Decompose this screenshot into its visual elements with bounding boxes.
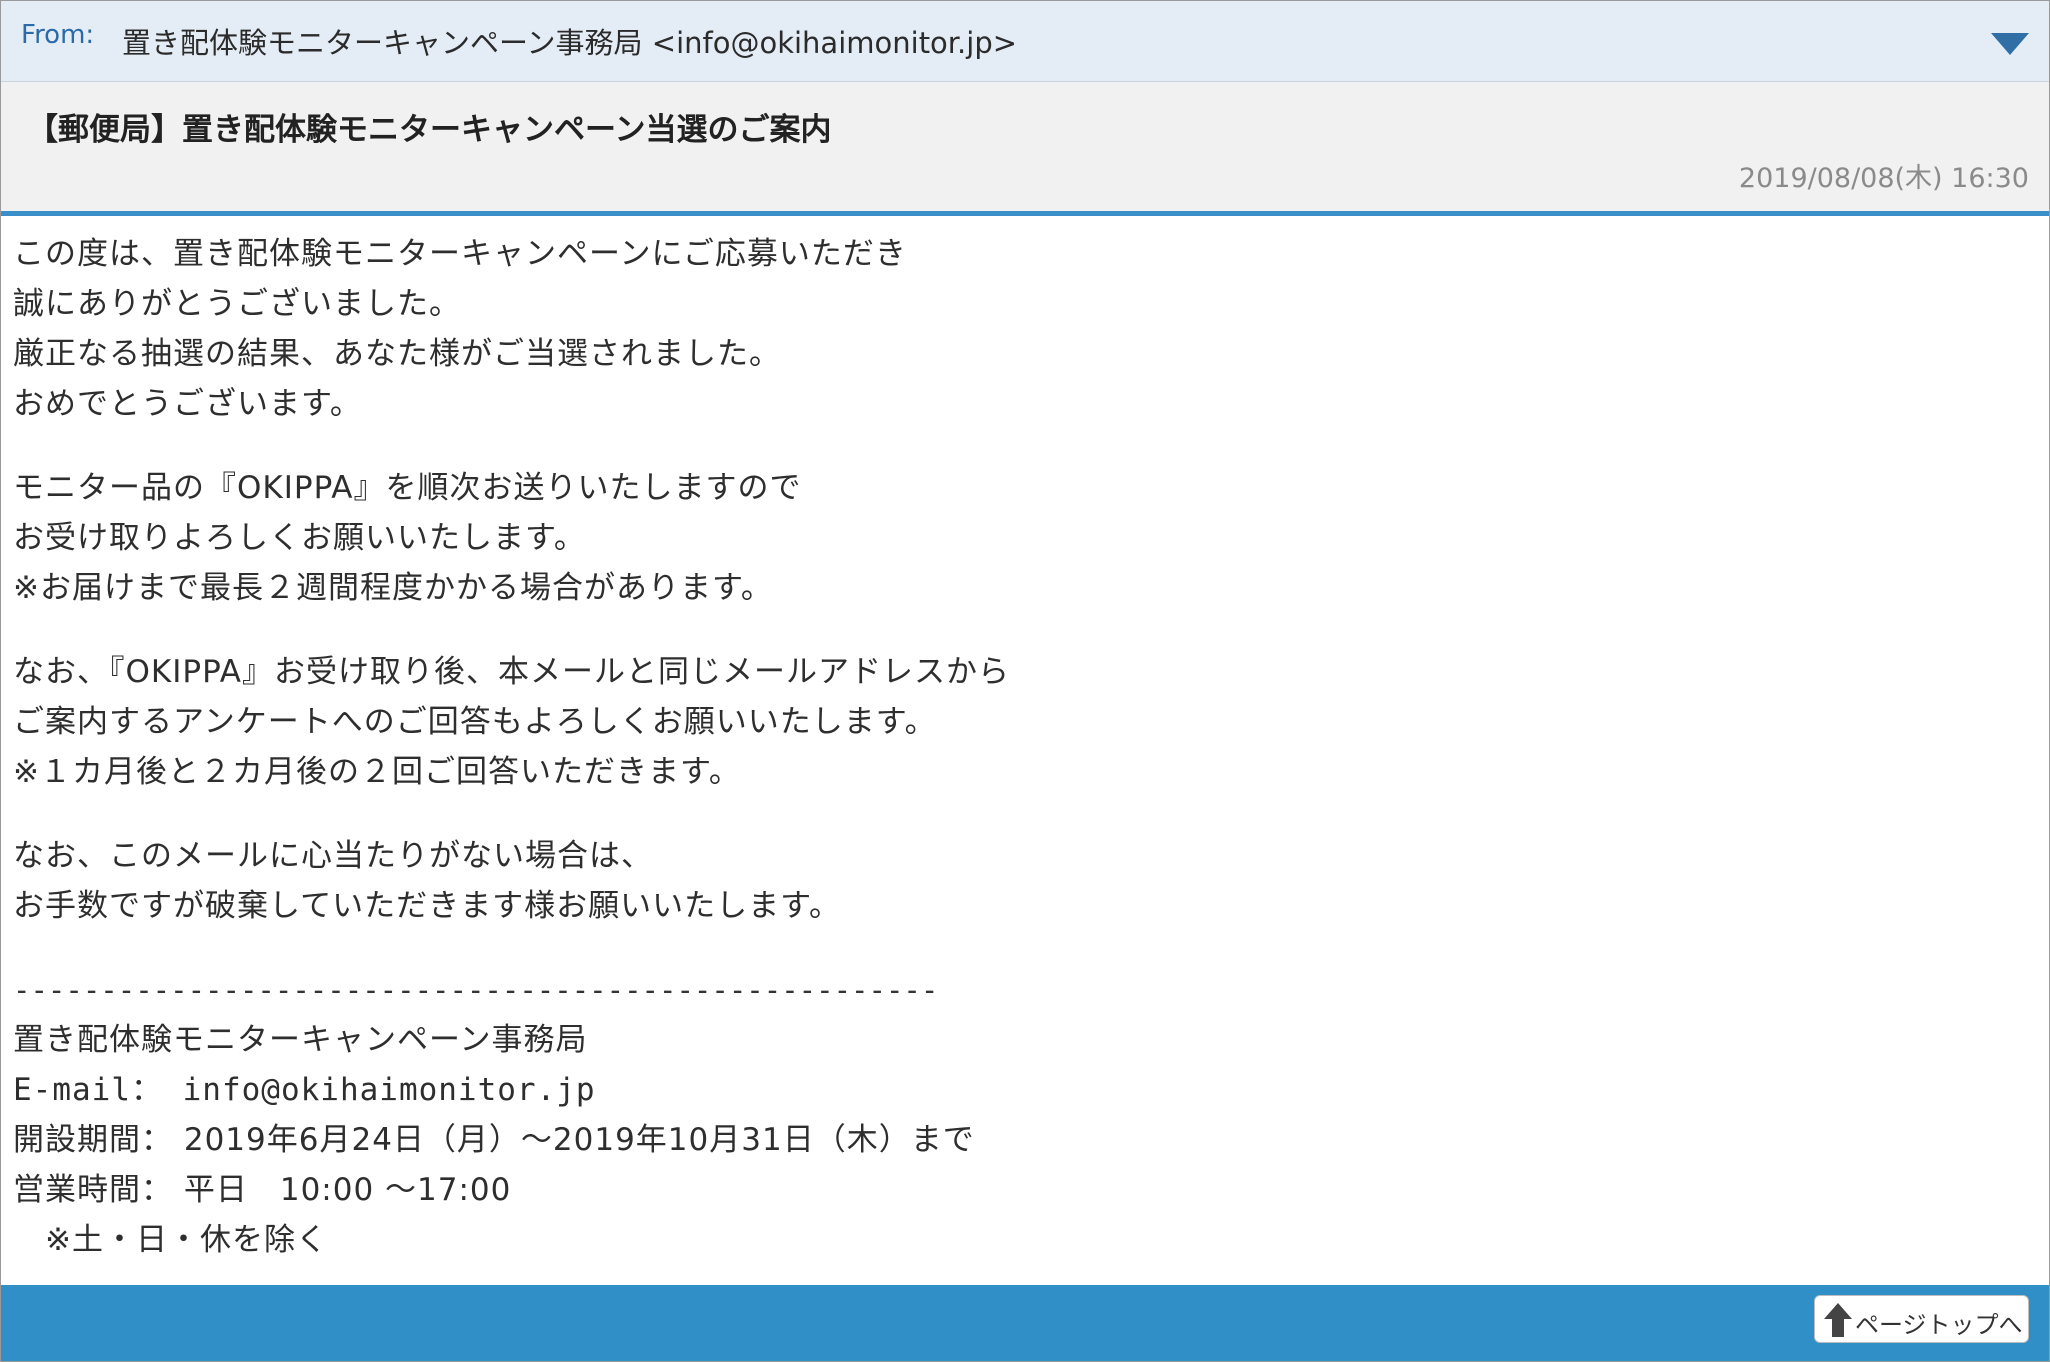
from-label: From: bbox=[21, 20, 95, 50]
subject-header: 【郵便局】置き配体験モニターキャンペーン当選のご案内 2019/08/08(木)… bbox=[1, 82, 2049, 216]
body-paragraph-4: なお、このメールに心当たりがない場合は、 お手数ですが破棄していただきます様お願… bbox=[13, 831, 2033, 931]
signature-block: ----------------------------------------… bbox=[13, 965, 2033, 1315]
body-line: なお、『OKIPPA』お受け取り後、本メールと同じメールアドレスから bbox=[13, 654, 1010, 690]
body-line: ※お届けまで最長２週間程度かかる場合があります。 bbox=[13, 570, 773, 606]
signature-period: 開設期間： 2019年6月24日（月）〜2019年10月31日（木）まで bbox=[13, 1122, 975, 1158]
body-line: この度は、置き配体験モニターキャンペーンにご応募いただき bbox=[13, 236, 907, 272]
signature-org: 置き配体験モニターキャンペーン事務局 bbox=[13, 1022, 588, 1058]
body-line: お受け取りよろしくお願いいたします。 bbox=[13, 520, 586, 556]
body-line: 誠にありがとうございました。 bbox=[13, 286, 461, 322]
page-top-label: ページトップへ bbox=[1855, 1311, 2023, 1339]
signature-divider-top: ----------------------------------------… bbox=[13, 973, 939, 1007]
body-line: ご案内するアンケートへのご回答もよろしくお願いいたします。 bbox=[13, 704, 937, 740]
body-paragraph-3: なお、『OKIPPA』お受け取り後、本メールと同じメールアドレスから ご案内する… bbox=[13, 647, 2033, 797]
email-body: この度は、置き配体験モニターキャンペーンにご応募いただき 誠にありがとうございま… bbox=[13, 229, 2033, 1307]
email-viewer: From: 置き配体験モニターキャンペーン事務局 <info@okihaimon… bbox=[0, 0, 2050, 1362]
body-line: お手数ですが破棄していただきます様お願いいたします。 bbox=[13, 888, 841, 924]
body-line: なお、このメールに心当たりがない場合は、 bbox=[13, 838, 653, 874]
from-header: From: 置き配体験モニターキャンペーン事務局 <info@okihaimon… bbox=[1, 1, 2049, 82]
footer-bar: ページトップへ bbox=[1, 1285, 2049, 1361]
body-paragraph-1: この度は、置き配体験モニターキャンペーンにご応募いただき 誠にありがとうございま… bbox=[13, 229, 2033, 429]
signature-hours: 営業時間： 平日 10:00 〜17:00 bbox=[13, 1172, 512, 1208]
signature-note: ※土・日・休を除く bbox=[13, 1222, 328, 1258]
body-line: おめでとうございます。 bbox=[13, 386, 362, 422]
email-date: 2019/08/08(木) 16:30 bbox=[1738, 163, 2029, 194]
page-top-button[interactable]: ページトップへ bbox=[1814, 1295, 2029, 1343]
signature-email[interactable]: E-mail： info@okihaimonitor.jp bbox=[13, 1065, 2033, 1115]
arrow-up-icon bbox=[1824, 1303, 1852, 1337]
body-line: ※１カ月後と２カ月後の２回ご回答いただきます。 bbox=[13, 754, 741, 790]
body-line: 厳正なる抽選の結果、あなた様がご当選されました。 bbox=[13, 336, 781, 372]
body-paragraph-2: モニター品の『OKIPPA』を順次お送りいたしますので お受け取りよろしくお願い… bbox=[13, 463, 2033, 613]
body-line: モニター品の『OKIPPA』を順次お送りいたしますので bbox=[13, 470, 802, 506]
triangle-down-icon[interactable] bbox=[1989, 29, 2031, 57]
from-address[interactable]: 置き配体験モニターキャンペーン事務局 <info@okihaimonitor.j… bbox=[122, 20, 1017, 62]
email-subject: 【郵便局】置き配体験モニターキャンペーン当選のご案内 bbox=[27, 112, 832, 148]
